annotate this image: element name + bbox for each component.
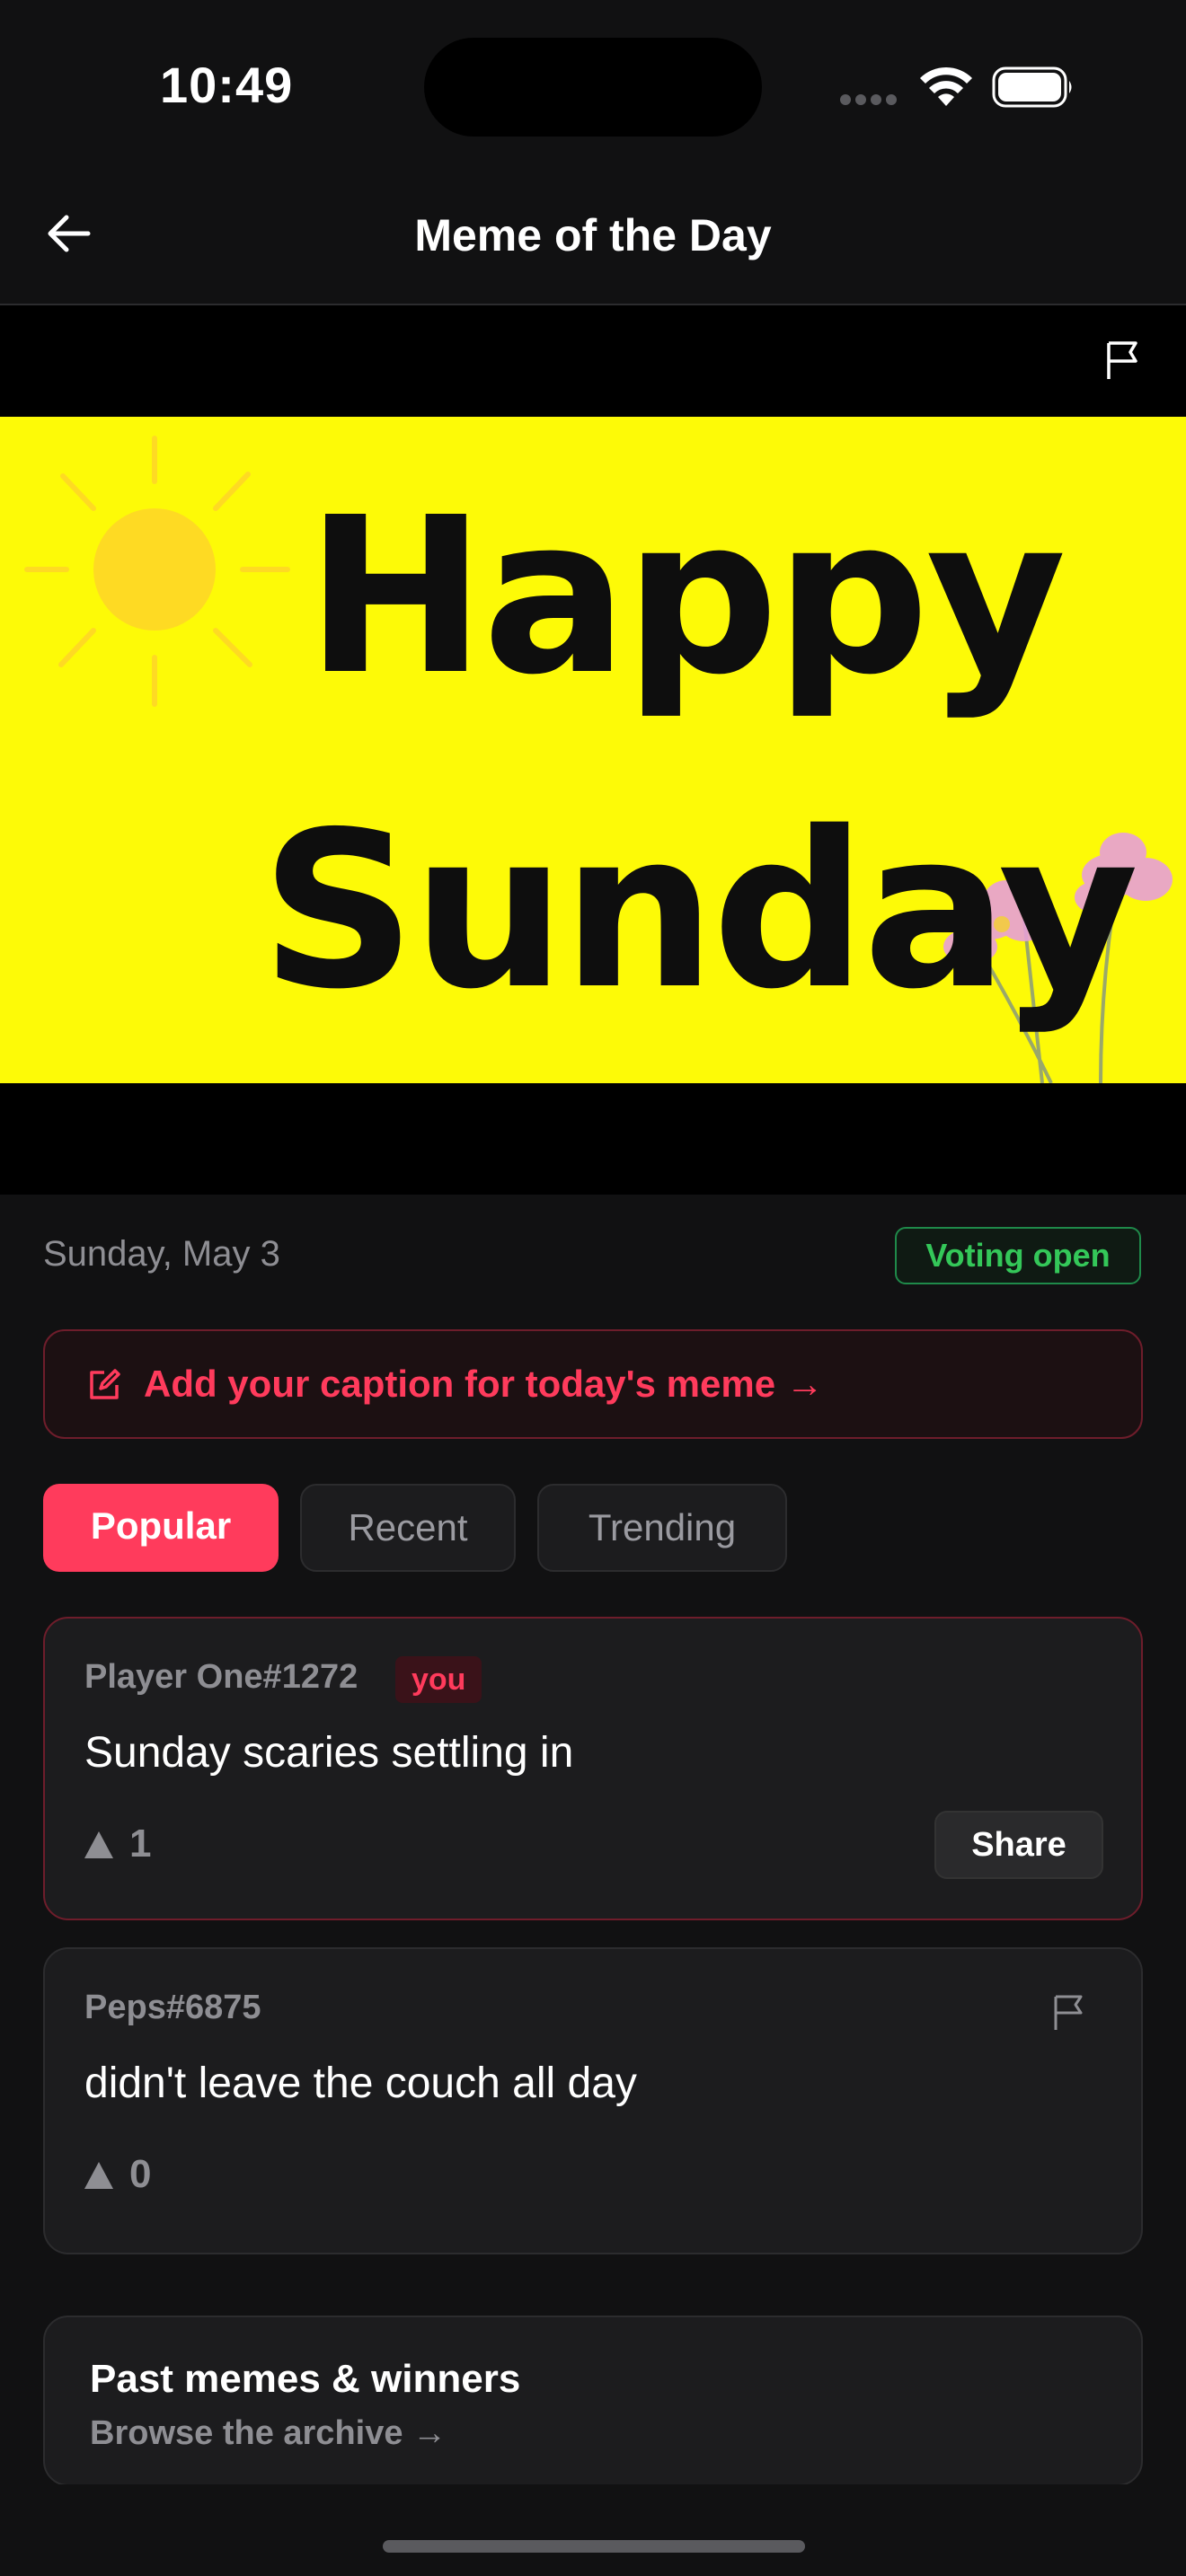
status-bar: 10:49 bbox=[0, 0, 1186, 171]
tab-recent[interactable]: Recent bbox=[300, 1484, 516, 1572]
vote-count: 1 bbox=[129, 1822, 152, 1866]
upvote-button[interactable]: 1 bbox=[84, 1822, 151, 1866]
flag-icon[interactable] bbox=[1051, 1992, 1087, 2032]
home-indicator[interactable] bbox=[383, 2540, 805, 2553]
meme-media: Happy Sunday bbox=[0, 305, 1186, 1195]
caption-text: didn't leave the couch all day bbox=[84, 2060, 637, 2107]
caption-card: Player One#1272 you Sunday scaries settl… bbox=[43, 1617, 1143, 1920]
upvote-icon bbox=[84, 2162, 113, 2189]
upvote-button[interactable]: 0 bbox=[84, 2152, 151, 2197]
status-badge: Voting open bbox=[895, 1227, 1141, 1284]
battery-icon bbox=[992, 66, 1072, 108]
tab-trending[interactable]: Trending bbox=[537, 1484, 787, 1572]
status-time: 10:49 bbox=[160, 57, 294, 113]
caption-author[interactable]: Peps#6875 bbox=[84, 1989, 261, 2027]
wifi-icon bbox=[920, 66, 972, 106]
tab-popular[interactable]: Popular bbox=[43, 1484, 279, 1572]
edit-icon bbox=[90, 1369, 120, 1399]
page-title: Meme of the Day bbox=[414, 210, 772, 260]
sun-illustration bbox=[24, 436, 290, 707]
caption-text: Sunday scaries settling in bbox=[84, 1729, 574, 1777]
meme-text-line-2: Sunday bbox=[261, 785, 1138, 1037]
meme-text-line-1: Happy bbox=[305, 471, 1067, 722]
cellular-signal-icon bbox=[840, 93, 903, 105]
nav-bar: Meme of the Day bbox=[0, 171, 1186, 305]
add-caption-label: Add your caption for today's meme → bbox=[144, 1363, 824, 1405]
meme-date: Sunday, May 3 bbox=[43, 1234, 280, 1274]
flag-icon[interactable] bbox=[1103, 338, 1143, 381]
bottom-bar bbox=[0, 2484, 1186, 2576]
upvote-icon bbox=[84, 1831, 113, 1858]
you-badge: you bbox=[395, 1656, 482, 1703]
caption-author[interactable]: Player One#1272 bbox=[84, 1658, 358, 1697]
meme-image[interactable]: Happy Sunday bbox=[0, 417, 1186, 1083]
archive-title: Past memes & winners bbox=[90, 2357, 521, 2401]
caption-card: Peps#6875 didn't leave the couch all day… bbox=[43, 1947, 1143, 2254]
share-button[interactable]: Share bbox=[934, 1811, 1103, 1879]
archive-link[interactable]: Browse the archive → bbox=[90, 2414, 447, 2453]
add-caption-button[interactable]: Add your caption for today's meme → bbox=[43, 1329, 1143, 1439]
archive-card[interactable]: Past memes & winners Browse the archive … bbox=[43, 2316, 1143, 2486]
dynamic-island bbox=[424, 38, 762, 137]
vote-count: 0 bbox=[129, 2152, 152, 2196]
arrow-left-icon[interactable] bbox=[43, 207, 97, 260]
